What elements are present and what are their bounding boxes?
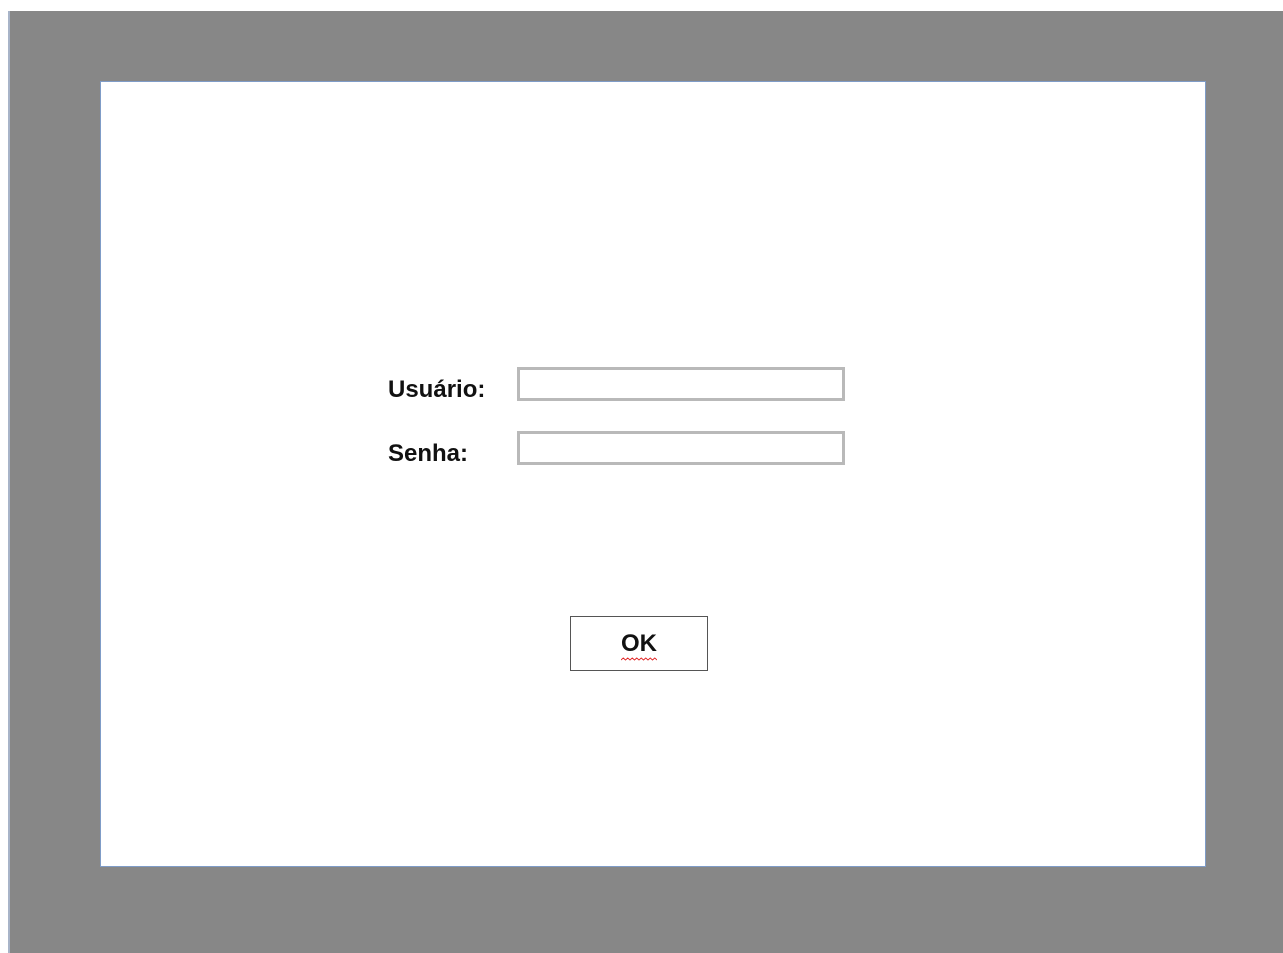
- canvas-left-edge: [8, 11, 10, 953]
- ok-button-label: OK: [621, 629, 657, 657]
- password-label: Senha:: [388, 440, 469, 467]
- login-page: Usuário: Senha: OK: [100, 81, 1206, 867]
- password-input[interactable]: [517, 431, 845, 465]
- username-label: Usuário:: [388, 376, 486, 403]
- workspace: Usuário: Senha: OK: [0, 0, 1283, 953]
- spellcheck-underline: [621, 656, 657, 661]
- ok-button[interactable]: OK: [570, 616, 708, 671]
- username-input[interactable]: [517, 367, 845, 401]
- ok-button-text-wrap: OK: [621, 629, 657, 661]
